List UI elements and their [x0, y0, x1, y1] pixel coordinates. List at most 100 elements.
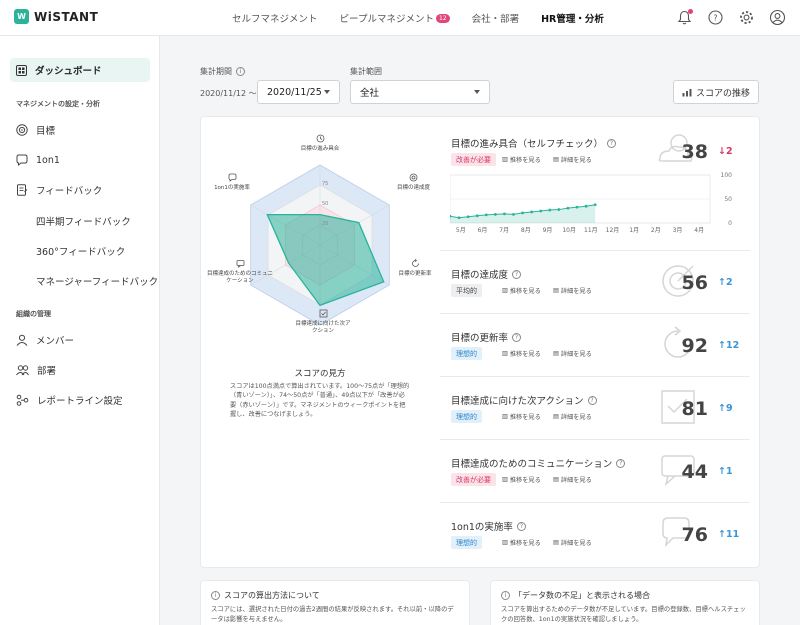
- status-badge: 平均的: [451, 284, 482, 297]
- help-icon[interactable]: ?: [607, 138, 617, 148]
- radar-axis-achievement: 目標の達成度: [386, 173, 441, 192]
- scope-label: 集計範囲: [350, 67, 382, 76]
- help-icon[interactable]: ?: [587, 395, 597, 405]
- help-icon[interactable]: ?: [516, 521, 526, 531]
- detail-link[interactable]: ▤ 詳細を見る: [553, 155, 592, 164]
- chart-point: [503, 212, 506, 216]
- sidebar-goal-label: 目標: [36, 126, 56, 137]
- chart-x-tick: 8月: [521, 227, 531, 234]
- metric-title-text: 目標達成のためのコミュニケーション: [451, 459, 613, 470]
- trend-link[interactable]: ▥ 推移を見る: [502, 286, 541, 295]
- detail-link[interactable]: ▤ 詳細を見る: [553, 538, 592, 547]
- sidebar-item-goal[interactable]: 目標: [10, 118, 150, 142]
- detail-link[interactable]: ▤ 詳細を見る: [553, 412, 592, 421]
- metric-update-rate: 目標の更新率? 理想的 ▥ 推移を見る ▤ 詳細を見る 92 ↑12: [440, 314, 750, 377]
- trend-link[interactable]: ▥ 推移を見る: [502, 538, 541, 547]
- trend-link[interactable]: ▥ 推移を見る: [502, 475, 541, 484]
- sidebar-item-manager-feedback[interactable]: マネージャーフィードバック: [36, 274, 158, 288]
- sidebar-item-departments[interactable]: 部署: [10, 358, 150, 382]
- howto-text: スコアは100点満点で算出されています。100〜75点が「理想的（青いゾーン）」…: [230, 383, 410, 418]
- help-icon[interactable]: ?: [707, 9, 724, 26]
- metric-score: 76: [681, 524, 708, 546]
- sidebar-item-feedback[interactable]: フィードバック: [10, 178, 150, 202]
- trend-link-label: 推移を見る: [509, 157, 541, 164]
- trend-link-label: 推移を見る: [509, 540, 541, 547]
- nav-hr-analytics[interactable]: HR管理・分析: [541, 11, 604, 25]
- bar-chart-icon: [682, 88, 692, 96]
- nav-people-management[interactable]: ピープルマネジメント 12: [340, 11, 450, 25]
- trend-link[interactable]: ▥ 推移を見る: [502, 349, 541, 358]
- checklist-icon: [319, 309, 327, 318]
- help-icon[interactable]: ?: [616, 458, 626, 468]
- period-info-icon[interactable]: i: [236, 67, 245, 76]
- chart-point: [466, 215, 470, 219]
- bell-icon[interactable]: [676, 9, 693, 26]
- bell-notification-dot: [688, 9, 693, 14]
- info-card-calculation: i スコアの算出方法について スコアには、選択された日付の過去2週間の結果が反映さ…: [200, 580, 470, 625]
- radar-axis-progress: 目標の進み具合: [290, 134, 350, 153]
- trend-link[interactable]: ▥ 推移を見る: [502, 412, 541, 421]
- chart-point: [457, 216, 461, 220]
- metric-delta: ↑2: [718, 277, 733, 288]
- radar-axis-next-action-label: 目標達成に向けた次アクション: [295, 321, 351, 335]
- chart-point: [493, 212, 497, 216]
- detail-link[interactable]: ▤ 詳細を見る: [553, 475, 592, 484]
- chart-x-tick: 9月: [543, 227, 553, 234]
- gear-icon[interactable]: [738, 9, 755, 26]
- detail-link[interactable]: ▤ 詳細を見る: [553, 349, 592, 358]
- help-icon[interactable]: ?: [512, 269, 522, 279]
- info-card-title-text: スコアの算出方法について: [224, 591, 320, 600]
- trend-link[interactable]: ▥ 推移を見る: [502, 155, 541, 164]
- trend-link-label: 推移を見る: [509, 477, 541, 484]
- metric-title: 目標の更新率?: [451, 330, 522, 344]
- chart-point: [548, 208, 552, 212]
- svg-text:?: ?: [713, 14, 717, 23]
- sidebar-item-report-line[interactable]: レポートライン設定: [10, 388, 150, 412]
- metric-score: 81: [681, 398, 708, 420]
- metric-achievement: 目標の達成度? 平均的 ▥ 推移を見る ▤ 詳細を見る 56 ↑2: [440, 251, 750, 314]
- sidebar-item-1on1[interactable]: 1on1: [10, 148, 150, 172]
- chart-point: [475, 214, 479, 218]
- help-icon[interactable]: ?: [512, 332, 522, 342]
- metric-score: 56: [681, 272, 708, 294]
- sidebar-item-360-feedback[interactable]: 360°フィードバック: [36, 244, 125, 258]
- scope-select[interactable]: 全社: [350, 80, 490, 104]
- chat-icon: [236, 260, 244, 269]
- radar-scale-75: 75: [322, 181, 328, 187]
- score-trend-button[interactable]: スコアの推移: [673, 80, 759, 104]
- notification-badge: 12: [435, 14, 450, 23]
- trend-link-label: 推移を見る: [509, 414, 541, 421]
- radar-axis-communication: 目標達成のためのコミュニケーション: [205, 259, 275, 285]
- chart-x-tick: 2月: [651, 227, 661, 234]
- period-end-value: 2020/11/25: [267, 86, 322, 98]
- caret-down-icon: [474, 90, 480, 94]
- chart-x-tick: 3月: [673, 227, 683, 234]
- metric-title-text: 1on1の実施率: [451, 522, 513, 533]
- period-end-select[interactable]: 2020/11/25: [257, 80, 340, 104]
- chart-y-tick: 0: [728, 220, 732, 227]
- sidebar-report-line-label: レポートライン設定: [37, 396, 123, 407]
- info-card-text: スコアには、選択された日付の過去2週間の結果が反映されます。それ以前・以降のデー…: [211, 606, 454, 624]
- org-chart-icon: [16, 394, 29, 406]
- radar-axis-1on1-rate-label: 1on1の実施率: [214, 185, 250, 192]
- radar-axis-update-rate-label: 目標の更新率: [398, 271, 432, 278]
- sidebar-members-label: メンバー: [36, 336, 75, 347]
- nav-self-management[interactable]: セルフマネジメント: [232, 11, 318, 25]
- chart-x-tick: 4月: [694, 227, 704, 234]
- logo[interactable]: W WiSTANT: [14, 9, 98, 24]
- user-avatar-icon[interactable]: [769, 9, 786, 26]
- nav-company[interactable]: 会社・部署: [472, 11, 520, 25]
- howto-title: スコアの見方: [294, 369, 346, 379]
- sidebar-item-dashboard[interactable]: ダッシュボード: [10, 58, 150, 82]
- metric-title: 目標達成に向けた次アクション?: [451, 393, 597, 407]
- detail-link[interactable]: ▤ 詳細を見る: [553, 286, 592, 295]
- radar-scale-25: 25: [322, 221, 328, 227]
- logo-mark: W: [14, 9, 29, 24]
- sidebar-item-members[interactable]: メンバー: [10, 328, 150, 352]
- sidebar-item-quarterly-feedback[interactable]: 四半期フィードバック: [36, 214, 131, 228]
- chart-point: [575, 205, 579, 209]
- scope-value: 全社: [360, 88, 380, 99]
- top-nav: セルフマネジメント ピープルマネジメント 12 会社・部署 HR管理・分析: [232, 0, 626, 36]
- top-header: W WiSTANT セルフマネジメント ピープルマネジメント 12 会社・部署 H…: [0, 0, 800, 36]
- radar-axis-progress-label: 目標の進み具合: [300, 146, 340, 153]
